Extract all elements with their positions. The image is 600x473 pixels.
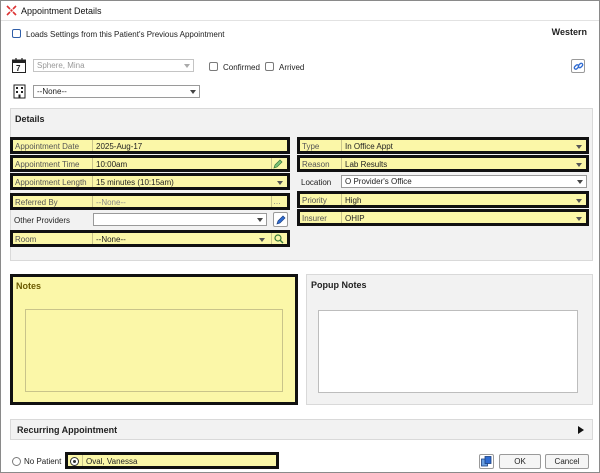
referred-by-value: --None-- <box>96 198 126 207</box>
priority-field[interactable]: Priority High <box>297 191 589 208</box>
room-field[interactable]: Room --None-- <box>10 230 290 247</box>
appointment-date-field[interactable]: Appointment Date 2025-Aug-17 <box>10 137 290 154</box>
location-select[interactable]: O Provider's Office <box>341 175 587 188</box>
arrived-checkbox[interactable] <box>265 62 274 71</box>
referred-by-label: Referred By <box>15 198 58 207</box>
calendar-icon: 7 <box>12 58 26 73</box>
pencil-icon <box>276 215 286 225</box>
priority-value: High <box>345 196 362 205</box>
cancel-button[interactable]: Cancel <box>545 454 589 469</box>
recurring-title: Recurring Appointment <box>17 425 118 435</box>
no-patient-radio[interactable] <box>12 457 21 466</box>
ellipsis-icon[interactable]: … <box>273 197 281 206</box>
chevron-down-icon <box>576 217 582 221</box>
location-value: O Provider's Office <box>345 177 412 186</box>
expand-arrow-icon[interactable] <box>578 426 584 434</box>
appointment-time-value: 10:00am <box>96 160 128 169</box>
recurring-appointment-bar[interactable]: Recurring Appointment <box>10 419 593 440</box>
appointment-length-label: Appointment Length <box>15 178 87 187</box>
chevron-down-icon <box>190 90 196 94</box>
notes-title: Notes <box>16 281 42 291</box>
edit-providers-button[interactable] <box>273 212 288 227</box>
chevron-down-icon <box>577 180 583 184</box>
copy-icon <box>481 456 492 467</box>
no-patient-label: No Patient <box>24 457 62 466</box>
popup-notes-title: Popup Notes <box>311 280 367 290</box>
provider-value: Sphere, Mina <box>37 61 85 70</box>
app-logo-icon <box>6 5 17 16</box>
patient-field[interactable]: Oval, Vanessa <box>65 452 279 469</box>
notes-textarea[interactable] <box>25 309 283 392</box>
chevron-down-icon <box>257 218 263 222</box>
other-providers-select[interactable] <box>93 213 267 226</box>
details-title: Details <box>15 114 45 124</box>
chevron-down-icon <box>576 163 582 167</box>
appointment-length-value: 15 minutes (10:15am) <box>96 178 174 187</box>
insurer-value: OHIP <box>345 214 365 223</box>
link-button[interactable] <box>571 59 585 73</box>
svg-text:7: 7 <box>16 64 21 73</box>
chevron-down-icon <box>277 181 283 185</box>
priority-label: Priority <box>302 196 327 205</box>
popup-notes-textarea[interactable] <box>318 310 578 393</box>
notes-panel: Notes <box>10 274 298 405</box>
type-value: In Office Appt <box>345 142 393 151</box>
schedule-select[interactable]: --None-- <box>33 85 200 98</box>
location-label: Location <box>301 178 332 187</box>
copy-button[interactable] <box>479 454 494 469</box>
pencil-icon[interactable] <box>273 159 283 169</box>
appointment-length-field[interactable]: Appointment Length 15 minutes (10:15am) <box>10 173 290 190</box>
other-providers-label: Other Providers <box>14 216 71 225</box>
type-label: Type <box>302 142 320 151</box>
load-settings-checkbox[interactable] <box>12 29 21 38</box>
chevron-down-icon <box>576 199 582 203</box>
patient-value: Oval, Vanessa <box>86 457 138 466</box>
referred-by-field[interactable]: Referred By --None-- … <box>10 193 290 210</box>
window-title: Appointment Details <box>21 6 102 16</box>
room-label: Room <box>15 235 37 244</box>
site-name: Western <box>551 27 587 37</box>
appointment-time-label: Appointment Time <box>15 160 80 169</box>
reason-label: Reason <box>302 160 330 169</box>
reason-value: Lab Results <box>345 160 388 169</box>
reason-field[interactable]: Reason Lab Results <box>297 155 589 172</box>
title-bar: Appointment Details <box>1 1 599 21</box>
insurer-label: Insurer <box>302 214 327 223</box>
type-field[interactable]: Type In Office Appt <box>297 137 589 154</box>
appointment-date-label: Appointment Date <box>15 142 80 151</box>
room-value: --None-- <box>96 235 126 244</box>
load-settings-label: Loads Settings from this Patient's Previ… <box>26 30 225 39</box>
chevron-down-icon <box>184 64 190 68</box>
confirmed-label: Confirmed <box>223 63 260 72</box>
search-icon[interactable] <box>274 234 284 244</box>
appointment-details-window: Appointment Details Loads Settings from … <box>0 0 600 473</box>
popup-notes-panel: Popup Notes <box>306 274 593 405</box>
insurer-field[interactable]: Insurer OHIP <box>297 209 589 226</box>
appointment-time-field[interactable]: Appointment Time 10:00am <box>10 155 290 172</box>
ok-button[interactable]: OK <box>499 454 541 469</box>
building-icon <box>13 84 26 99</box>
link-icon <box>573 62 584 70</box>
chevron-down-icon <box>576 145 582 149</box>
appointment-date-value: 2025-Aug-17 <box>96 142 143 151</box>
chevron-down-icon <box>259 238 265 242</box>
provider-select[interactable]: Sphere, Mina <box>33 59 194 72</box>
patient-radio[interactable] <box>70 457 79 466</box>
schedule-value: --None-- <box>37 87 67 96</box>
confirmed-checkbox[interactable] <box>209 62 218 71</box>
arrived-label: Arrived <box>279 63 305 72</box>
